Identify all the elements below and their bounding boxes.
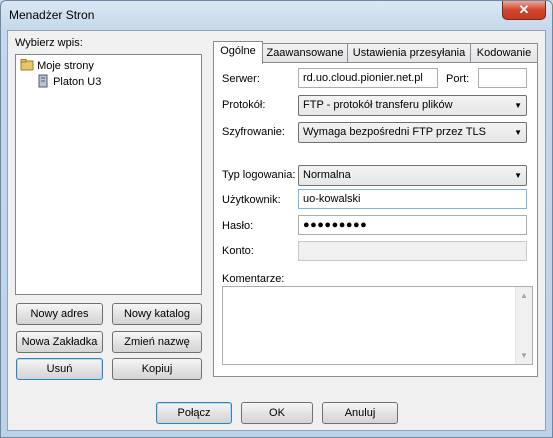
tree-item-label: Platon U3 xyxy=(53,76,102,88)
scroll-up-icon[interactable]: ▲ xyxy=(516,287,532,304)
title-bar[interactable]: Menadżer Stron ✕ xyxy=(1,1,552,29)
tab-advanced[interactable]: Zaawansowane xyxy=(262,43,348,63)
user-input[interactable]: uo-kowalski xyxy=(298,189,527,209)
account-label: Konto: xyxy=(222,245,254,257)
encryption-label: Szyfrowanie: xyxy=(222,126,285,138)
comments-textarea[interactable]: ▲ ▼ xyxy=(222,286,533,365)
tree-item-platon-u3[interactable]: Platon U3 xyxy=(36,74,101,88)
password-label: Hasło: xyxy=(222,220,254,232)
server-label: Serwer: xyxy=(222,73,260,85)
close-icon: ✕ xyxy=(518,2,530,17)
new-address-button[interactable]: Nowy adres xyxy=(16,303,103,325)
chevron-down-icon: ▼ xyxy=(514,128,522,137)
new-folder-button[interactable]: Nowy katalog xyxy=(112,303,202,325)
port-label: Port: xyxy=(446,73,470,85)
account-input[interactable] xyxy=(298,241,527,261)
chevron-down-icon: ▼ xyxy=(514,101,522,110)
tree-item-label: Moje strony xyxy=(37,60,94,72)
site-manager-window: Menadżer Stron ✕ Wybierz wpis: Moje stro… xyxy=(0,0,553,438)
password-input[interactable]: ●●●●●●●●● xyxy=(298,215,527,235)
site-tree[interactable]: Moje strony Platon U3 xyxy=(15,54,202,295)
folder-icon xyxy=(20,59,34,71)
logon-type-select[interactable]: Normalna ▼ xyxy=(298,165,527,186)
new-bookmark-button[interactable]: Nowa Zakładka xyxy=(16,331,103,353)
protocol-select[interactable]: FTP - protokół transferu plików ▼ xyxy=(298,95,527,116)
protocol-label: Protokół: xyxy=(222,99,266,111)
copy-button[interactable]: Kopiuj xyxy=(112,358,202,380)
rename-button[interactable]: Zmień nazwę xyxy=(112,331,202,353)
select-entry-label: Wybierz wpis: xyxy=(15,37,83,49)
server-icon xyxy=(38,74,48,88)
tab-general[interactable]: Ogólne xyxy=(213,41,263,64)
port-input[interactable] xyxy=(478,68,527,88)
logon-type-label: Typ logowania: xyxy=(222,169,296,181)
delete-button[interactable]: Usuń xyxy=(16,358,103,380)
cancel-button[interactable]: Anuluj xyxy=(322,402,398,424)
tab-transfer-settings[interactable]: Ustawienia przesyłania xyxy=(347,43,471,63)
protocol-value: FTP - protokół transferu plików xyxy=(303,99,453,111)
dialog-client-area: Wybierz wpis: Moje strony Platon U3 Nowy… xyxy=(7,30,546,431)
encryption-value: Wymaga bezpośredni FTP przez TLS xyxy=(303,126,486,138)
divider xyxy=(222,152,527,153)
server-input[interactable]: rd.uo.cloud.pionier.net.pl xyxy=(298,68,438,88)
comments-label: Komentarze: xyxy=(222,273,285,285)
tree-item-my-sites[interactable]: Moje strony xyxy=(20,58,94,72)
chevron-down-icon: ▼ xyxy=(514,171,522,180)
user-label: Użytkownik: xyxy=(222,194,281,206)
encryption-select[interactable]: Wymaga bezpośredni FTP przez TLS ▼ xyxy=(298,122,527,143)
ok-button[interactable]: OK xyxy=(241,402,313,424)
comments-scrollbar[interactable]: ▲ ▼ xyxy=(515,287,532,364)
close-button[interactable]: ✕ xyxy=(502,1,546,20)
logon-type-value: Normalna xyxy=(303,169,351,181)
tab-charset[interactable]: Kodowanie xyxy=(470,43,538,63)
window-title: Menadżer Stron xyxy=(9,8,95,22)
connect-button[interactable]: Połącz xyxy=(156,402,232,424)
scroll-down-icon[interactable]: ▼ xyxy=(516,347,532,364)
